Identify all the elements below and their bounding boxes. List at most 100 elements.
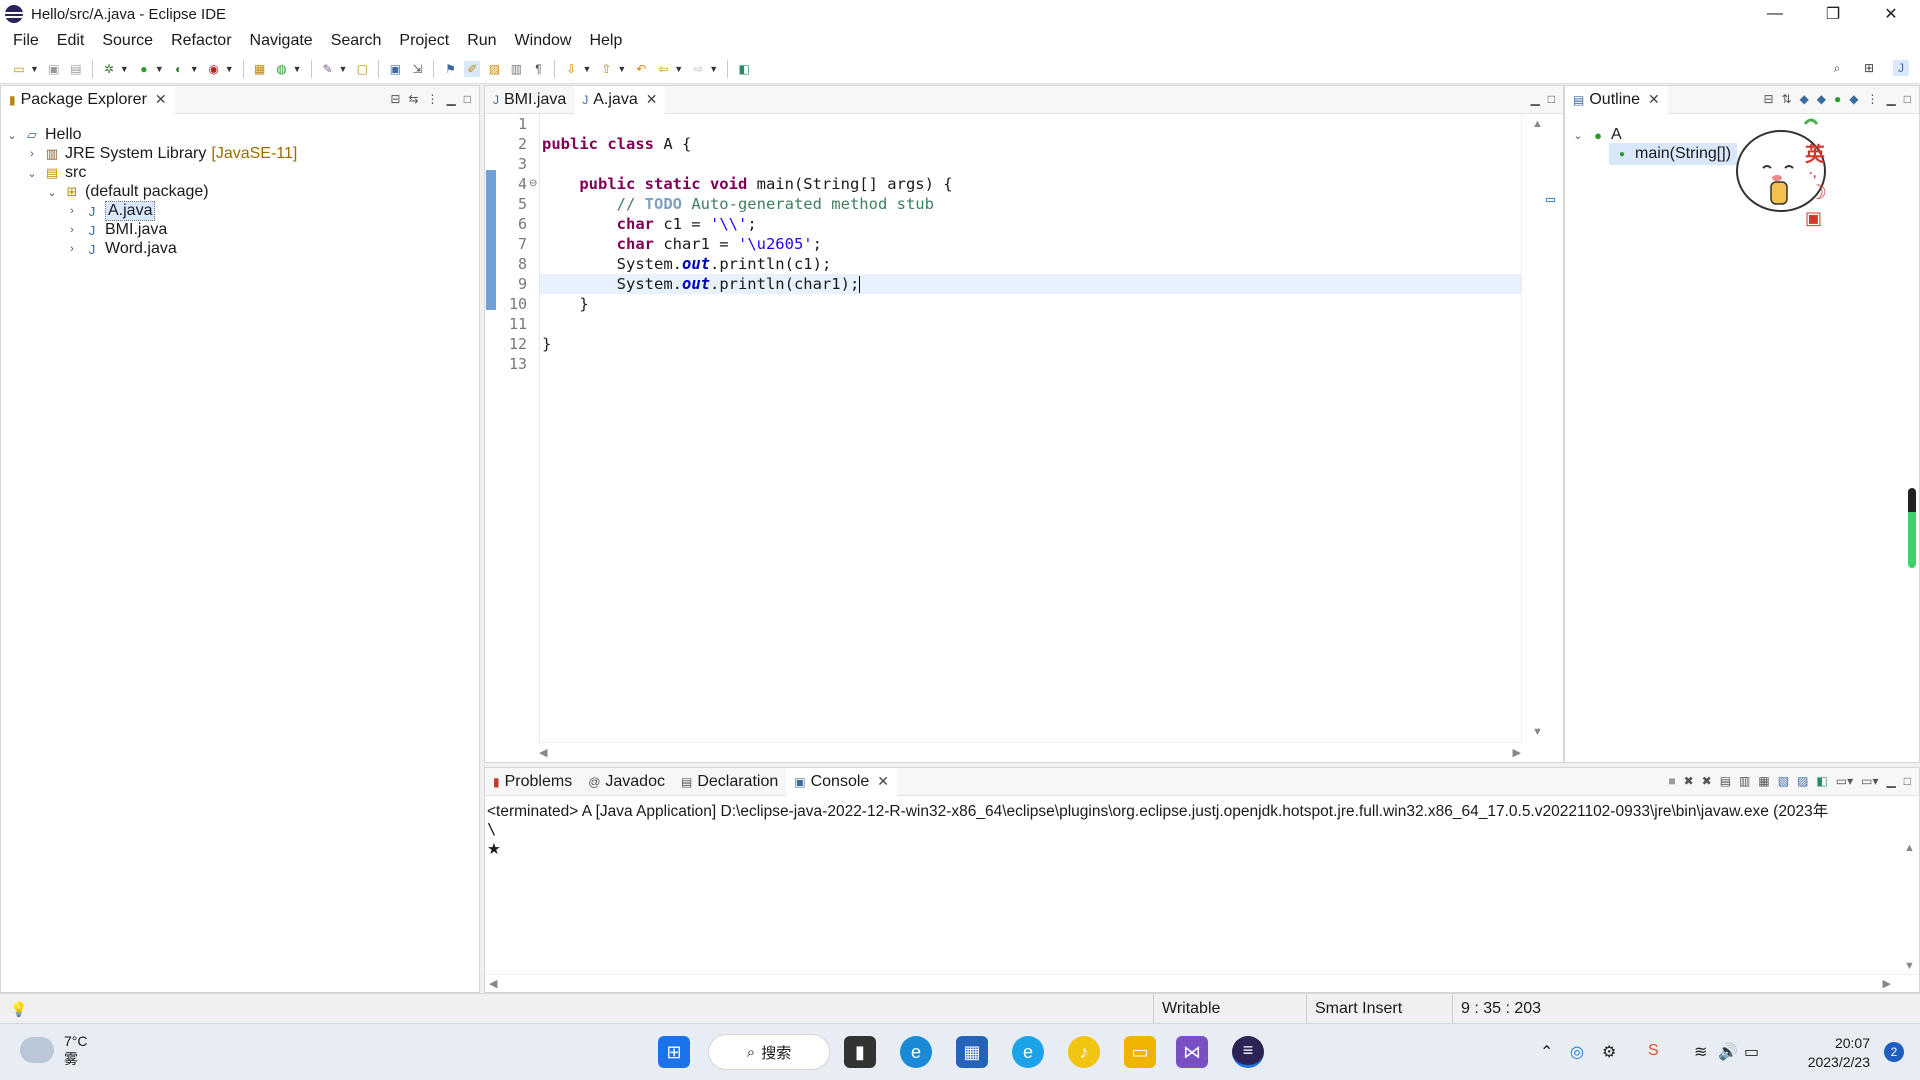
- edge-browser-icon[interactable]: e: [900, 1036, 932, 1068]
- remove-all-launches-icon[interactable]: ✖: [1702, 774, 1712, 788]
- tab-problems[interactable]: ▮ Problems: [485, 768, 580, 796]
- maximize-view-icon[interactable]: □: [1904, 774, 1911, 788]
- start-icon[interactable]: ⊞: [658, 1036, 690, 1068]
- chevron-right-icon[interactable]: ›: [65, 224, 79, 236]
- outline-method-main[interactable]: ● main(String[]): [1609, 143, 1738, 165]
- prev-annotation-dropdown-icon[interactable]: ▼: [617, 64, 626, 74]
- external-tools-dropdown-icon[interactable]: ▼: [225, 64, 234, 74]
- tab-console[interactable]: ▣ Console ✕: [786, 768, 898, 796]
- new-java-package-icon[interactable]: ▦: [252, 61, 268, 77]
- ime-moon-indicator[interactable]: ☽: [1809, 180, 1827, 205]
- show-stderr-icon[interactable]: ▦: [1758, 774, 1769, 788]
- ie-browser-icon[interactable]: e: [1012, 1036, 1044, 1068]
- hide-nonpublic-icon[interactable]: ●: [1834, 92, 1841, 106]
- view-menu-icon[interactable]: ⋮: [1867, 92, 1879, 106]
- minimize-button[interactable]: —: [1746, 0, 1804, 28]
- tab-declaration[interactable]: ▤ Declaration: [673, 768, 786, 796]
- taskbar-search[interactable]: ⌕ 搜索: [708, 1034, 830, 1070]
- open-console-icon[interactable]: ▭▾: [1836, 774, 1853, 788]
- open-type-dropdown-icon[interactable]: ▼: [339, 64, 348, 74]
- maximize-view-icon[interactable]: □: [1904, 92, 1911, 106]
- view-menu-icon[interactable]: ⋮: [427, 92, 439, 106]
- chevron-down-icon[interactable]: ⌄: [45, 186, 59, 199]
- new-console-icon[interactable]: ▭▾: [1861, 774, 1878, 788]
- show-stdout-icon[interactable]: ▥: [1739, 774, 1750, 788]
- pin-editor-icon[interactable]: ◧: [736, 61, 752, 77]
- coverage-dropdown-icon[interactable]: ▼: [190, 64, 199, 74]
- task-view-icon[interactable]: ▮: [844, 1036, 876, 1068]
- remove-launch-icon[interactable]: ✖: [1684, 774, 1694, 788]
- chevron-right-icon[interactable]: ›: [65, 205, 79, 217]
- scroll-down-icon[interactable]: ▼: [1904, 960, 1915, 972]
- weather-widget[interactable]: 7°C 雾: [20, 1032, 88, 1068]
- music-app-icon[interactable]: ♪: [1068, 1036, 1100, 1068]
- console-vertical-scrollbar[interactable]: ▲ ▼: [1899, 842, 1919, 972]
- minimize-view-icon[interactable]: ▁: [1531, 92, 1540, 106]
- editor-vertical-scrollbar[interactable]: ▲ ▼: [1521, 114, 1563, 742]
- scroll-right-icon[interactable]: ▶: [1513, 746, 1521, 759]
- tree-file-word-java[interactable]: › J Word.java: [65, 238, 177, 260]
- close-icon[interactable]: ✕: [155, 91, 167, 108]
- collapse-all-icon[interactable]: ⊟: [1763, 92, 1773, 106]
- new-dropdown-icon[interactable]: ▼: [30, 64, 39, 74]
- network-status-icon[interactable]: ◎: [1570, 1042, 1584, 1062]
- battery-icon[interactable]: ▭: [1744, 1042, 1759, 1062]
- link-editor-icon[interactable]: ⇆: [408, 92, 418, 106]
- console-output[interactable]: <terminated> A [Java Application] D:\ecl…: [485, 796, 1919, 992]
- maximize-view-icon[interactable]: □: [464, 92, 471, 106]
- chevron-down-icon[interactable]: ⌄: [25, 167, 39, 180]
- scroll-up-icon[interactable]: ▲: [1532, 118, 1543, 130]
- file-explorer-icon[interactable]: ▭: [1124, 1036, 1156, 1068]
- new-java-class-icon[interactable]: ◍: [274, 61, 290, 77]
- forward-dropdown-icon[interactable]: ▼: [709, 64, 718, 74]
- next-annotation-dropdown-icon[interactable]: ▼: [582, 64, 591, 74]
- pin-console-icon[interactable]: ▨: [1797, 774, 1808, 788]
- chevron-right-icon[interactable]: ›: [65, 243, 79, 255]
- search-icon[interactable]: ⌕: [1829, 60, 1845, 76]
- run-icon[interactable]: ●: [136, 61, 152, 77]
- code-lines[interactable]: public class A { public static void main…: [539, 114, 1521, 742]
- chevron-right-icon[interactable]: ›: [25, 148, 39, 160]
- open-perspective-icon[interactable]: ⊞: [1861, 60, 1877, 76]
- tab-outline[interactable]: ▤ Outline ✕: [1565, 86, 1668, 114]
- menu-source[interactable]: Source: [93, 28, 162, 54]
- sogou-input-icon[interactable]: S: [1648, 1042, 1659, 1060]
- word-wrap-icon[interactable]: ▧: [1778, 774, 1789, 788]
- scroll-left-icon[interactable]: ◀: [539, 746, 547, 759]
- ime-punctuation-indicator[interactable]: ·,: [1809, 166, 1816, 180]
- editor-horizontal-scrollbar[interactable]: ◀ ▶: [539, 742, 1521, 762]
- scroll-left-icon[interactable]: ◀: [489, 977, 497, 990]
- hide-local-types-icon[interactable]: ◆: [1849, 92, 1858, 106]
- block-selection-icon[interactable]: ▨: [486, 61, 502, 77]
- ime-icon[interactable]: ⚙: [1602, 1042, 1616, 1062]
- tab-bmi-java[interactable]: J BMI.java: [485, 86, 574, 114]
- code-editor[interactable]: 1 2 3 4 ⊖ 5 6 7 8 9 10 11 12 13 public c…: [485, 114, 1563, 762]
- menu-project[interactable]: Project: [390, 28, 458, 54]
- scroll-lock-icon[interactable]: ▤: [1720, 774, 1731, 788]
- new-class-dropdown-icon[interactable]: ▼: [293, 64, 302, 74]
- minimize-view-icon[interactable]: ▁: [447, 92, 456, 106]
- clock[interactable]: 20:07 2023/2/23: [1808, 1034, 1870, 1072]
- close-button[interactable]: ✕: [1862, 0, 1920, 28]
- terminate-icon[interactable]: ■: [1668, 774, 1675, 788]
- search-folder-icon[interactable]: ▢: [354, 61, 370, 77]
- prev-annotation-icon[interactable]: ⇧: [598, 61, 614, 77]
- word-wrap-icon[interactable]: ▥: [508, 61, 524, 77]
- sort-icon[interactable]: ⇅: [1782, 92, 1792, 106]
- scroll-up-icon[interactable]: ▲: [1904, 842, 1915, 854]
- open-type-icon[interactable]: ✎: [320, 61, 336, 77]
- minimize-view-icon[interactable]: ▁: [1887, 92, 1896, 106]
- menu-run[interactable]: Run: [458, 28, 505, 54]
- fold-collapse-icon[interactable]: ⊖: [529, 178, 537, 189]
- back-icon[interactable]: ⇦: [655, 61, 671, 77]
- tab-javadoc[interactable]: @ Javadoc: [580, 768, 673, 796]
- store-icon[interactable]: ▦: [956, 1036, 988, 1068]
- maximize-view-icon[interactable]: □: [1548, 92, 1555, 106]
- debug-dropdown-icon[interactable]: ▼: [120, 64, 129, 74]
- menu-edit[interactable]: Edit: [48, 28, 94, 54]
- display-console-icon[interactable]: ◧: [1816, 774, 1827, 788]
- notification-badge[interactable]: 2: [1884, 1042, 1904, 1062]
- hide-static-icon[interactable]: ◆: [1817, 92, 1826, 106]
- menu-window[interactable]: Window: [506, 28, 581, 54]
- save-icon[interactable]: ▣: [46, 61, 62, 77]
